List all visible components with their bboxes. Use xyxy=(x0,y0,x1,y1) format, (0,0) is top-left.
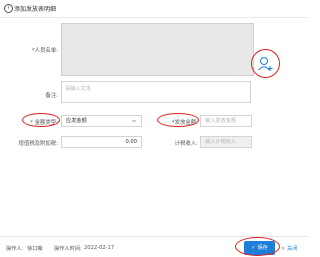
amount-type-label: * 金额类型: xyxy=(30,120,58,126)
payout-amount-input[interactable]: 输入发放金额 xyxy=(200,115,252,127)
tax-value: 0.00 xyxy=(125,139,137,145)
close-label: 关闭 xyxy=(287,246,298,252)
dialog-footer: 操作人: 徐口薇 操作人时间: 2022-02-17 ✓ 保存 × 关闭 xyxy=(0,236,308,257)
add-user-button[interactable] xyxy=(255,54,275,74)
check-icon: ✓ xyxy=(251,245,256,251)
payout-amount-label: *发放金额: xyxy=(171,120,198,126)
operate-time: 2022-02-17 xyxy=(84,245,115,251)
remark-label: 备注: xyxy=(45,93,58,99)
chevron-down-icon xyxy=(132,119,136,123)
operate-time-label: 操作人时间: xyxy=(54,246,82,252)
save-button[interactable]: ✓ 保存 xyxy=(244,241,275,255)
operator-name: 徐口薇 xyxy=(27,246,43,252)
close-button[interactable]: × 关闭 xyxy=(281,245,297,252)
add-user-icon xyxy=(258,57,273,71)
dialog-title: 添加发放表明细 xyxy=(14,6,57,13)
amount-type-select[interactable]: 应发金额 xyxy=(61,115,142,127)
payout-amount-placeholder: 输入发放金额 xyxy=(205,118,237,124)
person-list-box[interactable] xyxy=(61,23,254,76)
tax-label: 增值税及附加税: xyxy=(18,141,58,147)
person-name-label: *人员名单: xyxy=(31,48,58,54)
close-icon: × xyxy=(281,246,286,252)
taxable-income-input[interactable]: 输入计税收入 xyxy=(200,136,252,148)
remark-placeholder: 请输入文本 xyxy=(65,86,91,92)
dialog-titlebar: i 添加发放表明细 xyxy=(0,0,308,18)
taxable-income-label: 计税收入: xyxy=(174,141,198,147)
info-icon: i xyxy=(4,4,13,13)
operator-label: 操作人: xyxy=(6,246,24,252)
taxable-income-placeholder: 输入计税收入 xyxy=(205,139,237,145)
tax-input[interactable]: 0.00 xyxy=(61,136,142,148)
remark-textarea[interactable]: 请输入文本 xyxy=(61,81,251,103)
save-label: 保存 xyxy=(257,245,268,251)
amount-type-value: 应发金额 xyxy=(66,118,87,124)
